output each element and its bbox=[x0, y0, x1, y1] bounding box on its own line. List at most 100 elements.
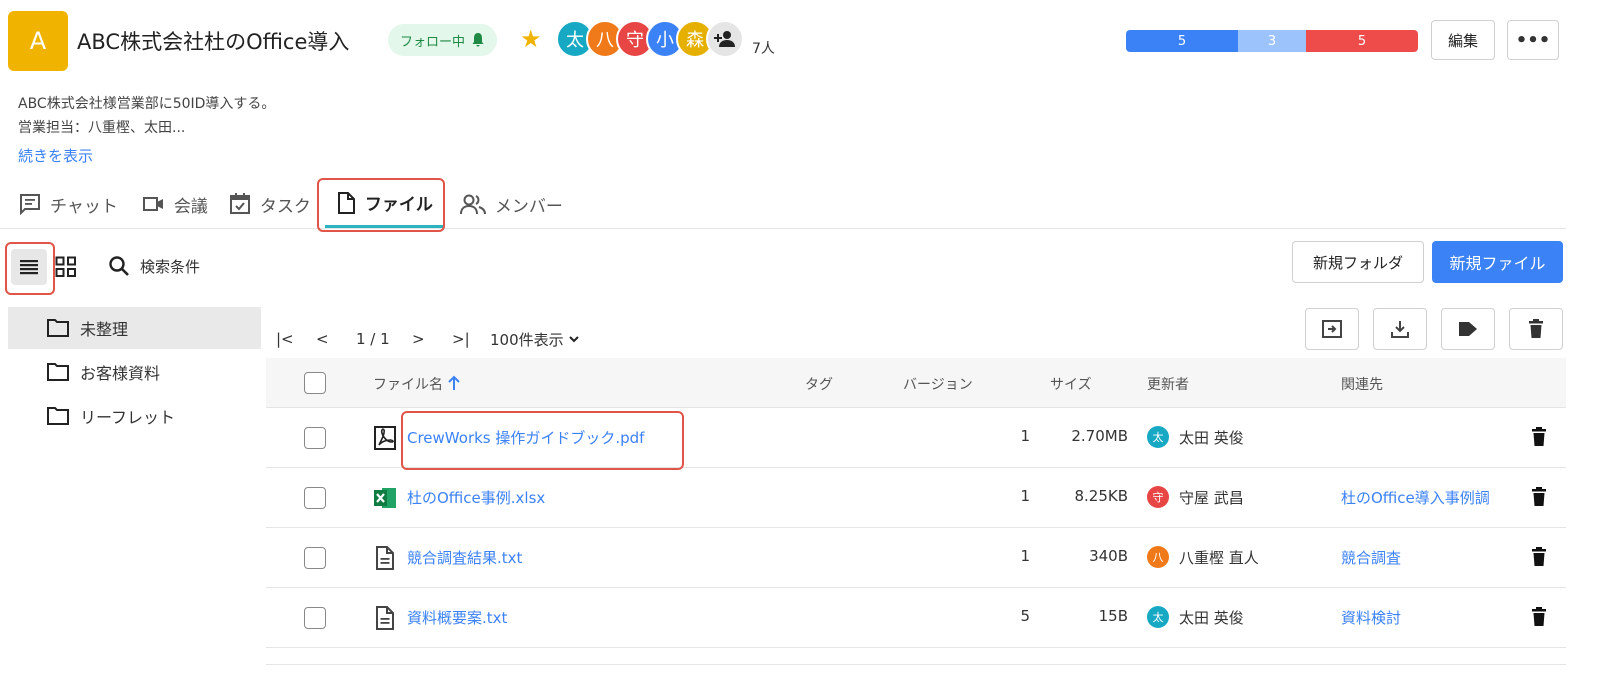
grid-view-button[interactable] bbox=[54, 255, 78, 279]
table-row[interactable]: 杜のOffice事例.xlsx 1 8.25KB 守守屋 武昌 杜のOffice導入事例… bbox=[266, 468, 1566, 528]
table-bottom-divider bbox=[266, 664, 1566, 665]
page-indicator: 1 / 1 bbox=[356, 330, 390, 348]
project-description: ABC株式会社様営業部に50ID導入する。 営業担当：八重樫、太田... bbox=[18, 92, 275, 140]
folder-label: 未整理 bbox=[80, 320, 129, 339]
task-progress-bar: 5 3 5 bbox=[1126, 30, 1418, 52]
project-avatar: A bbox=[8, 11, 68, 71]
download-button[interactable] bbox=[1373, 308, 1427, 350]
tab-bar: チャット 会議 タスク ファイル メンバー bbox=[18, 180, 573, 228]
column-header-name[interactable]: ファイル名 bbox=[373, 374, 461, 394]
highlight-list-view bbox=[5, 242, 55, 295]
row-checkbox[interactable] bbox=[304, 427, 326, 449]
chevron-down-icon bbox=[568, 336, 579, 343]
show-more-link[interactable]: 続きを表示 bbox=[18, 145, 93, 166]
per-page-select[interactable]: 100件表示 bbox=[490, 329, 580, 350]
last-page-button[interactable]: >| bbox=[452, 330, 490, 348]
member-avatars[interactable]: 太 八 守 小 森 bbox=[556, 20, 744, 60]
tabs-divider bbox=[0, 228, 1566, 229]
folder-label: お客様資料 bbox=[80, 364, 161, 383]
search-conditions-label: 検索条件 bbox=[140, 257, 201, 276]
text-file-icon bbox=[373, 545, 397, 571]
trash-icon bbox=[1529, 319, 1543, 338]
per-page-label: 100件表示 bbox=[490, 330, 564, 349]
file-size: 15B bbox=[1098, 607, 1128, 625]
row-checkbox[interactable] bbox=[304, 607, 326, 629]
tab-label: 会議 bbox=[173, 196, 208, 217]
folder-icon bbox=[47, 363, 69, 381]
updater-name: 八重樫 直人 bbox=[1179, 549, 1259, 567]
file-size: 2.70MB bbox=[1071, 427, 1128, 445]
trash-icon[interactable] bbox=[1531, 607, 1547, 627]
row-checkbox[interactable] bbox=[304, 547, 326, 569]
delete-button[interactable] bbox=[1509, 308, 1563, 350]
trash-icon[interactable] bbox=[1531, 547, 1547, 567]
tab-member[interactable]: メンバー bbox=[449, 180, 573, 228]
tab-label: タスク bbox=[259, 196, 311, 217]
highlight-file-tab bbox=[317, 178, 445, 232]
table-row[interactable]: 資料概要案.txt 5 15B 太太田 英俊 資料検討 bbox=[266, 588, 1566, 648]
related-link[interactable]: 杜のOffice導入事例調 bbox=[1341, 487, 1490, 508]
people-icon bbox=[459, 194, 486, 215]
first-page-button[interactable]: |< bbox=[276, 330, 316, 348]
column-label: ファイル名 bbox=[373, 377, 443, 393]
folder-icon bbox=[47, 319, 69, 337]
updater-name: 守屋 武昌 bbox=[1179, 489, 1244, 507]
chat-icon bbox=[20, 194, 40, 215]
next-page-button[interactable]: > bbox=[412, 330, 452, 348]
grid-icon bbox=[55, 256, 76, 277]
search-conditions-button[interactable]: 検索条件 bbox=[108, 255, 200, 277]
updater-name: 太田 英俊 bbox=[1179, 429, 1244, 447]
excel-icon bbox=[373, 485, 397, 511]
folder-item[interactable]: お客様資料 bbox=[8, 351, 261, 393]
follow-button[interactable]: フォロー中 bbox=[388, 24, 498, 56]
page-title: ABC株式会社杜のOffice導入 bbox=[77, 30, 350, 54]
add-member-icon[interactable] bbox=[706, 20, 744, 58]
move-to-folder-icon bbox=[1322, 320, 1342, 338]
new-folder-button[interactable]: 新規フォルダ bbox=[1292, 241, 1424, 283]
tab-label: チャット bbox=[50, 196, 118, 217]
file-size: 8.25KB bbox=[1074, 487, 1128, 505]
file-version: 1 bbox=[1020, 427, 1030, 445]
edit-button[interactable]: 編集 bbox=[1431, 20, 1495, 60]
folder-item[interactable]: 未整理 bbox=[8, 307, 261, 349]
description-line: 営業担当：八重樫、太田... bbox=[18, 120, 186, 136]
progress-segment: 3 bbox=[1238, 30, 1306, 52]
prev-page-button[interactable]: < bbox=[316, 330, 356, 348]
folder-label: リーフレット bbox=[80, 408, 176, 427]
updater-avatar: 八 bbox=[1147, 546, 1169, 568]
follow-label: フォロー中 bbox=[400, 34, 466, 50]
tab-meeting[interactable]: 会議 bbox=[132, 180, 218, 228]
folder-item[interactable]: リーフレット bbox=[8, 395, 261, 437]
related-link[interactable]: 競合調査 bbox=[1341, 547, 1401, 568]
file-name-link[interactable]: 資料概要案.txt bbox=[407, 607, 507, 628]
select-all-checkbox[interactable] bbox=[304, 372, 326, 394]
new-file-button[interactable]: 新規ファイル bbox=[1432, 241, 1563, 283]
tab-chat[interactable]: チャット bbox=[18, 180, 132, 228]
progress-segment: 5 bbox=[1126, 30, 1238, 52]
column-header-tag: タグ bbox=[805, 377, 833, 393]
arrow-up-icon bbox=[448, 375, 461, 390]
progress-segment: 5 bbox=[1306, 30, 1418, 52]
row-checkbox[interactable] bbox=[304, 487, 326, 509]
table-header: ファイル名 タグ バージョン サイズ 更新者 関連先 bbox=[266, 358, 1566, 408]
file-name-link[interactable]: 競合調査結果.txt bbox=[407, 547, 522, 568]
column-header-related: 関連先 bbox=[1341, 377, 1383, 393]
file-name-link[interactable]: 杜のOffice事例.xlsx bbox=[407, 487, 545, 508]
star-icon[interactable]: ★ bbox=[520, 25, 542, 53]
tab-task[interactable]: タスク bbox=[218, 180, 321, 228]
video-icon bbox=[142, 197, 163, 211]
trash-icon[interactable] bbox=[1531, 487, 1547, 507]
search-icon bbox=[109, 256, 129, 276]
move-button[interactable] bbox=[1305, 308, 1359, 350]
updater-avatar: 太 bbox=[1147, 426, 1169, 448]
trash-icon[interactable] bbox=[1531, 427, 1547, 447]
file-version: 5 bbox=[1020, 607, 1030, 625]
tag-button[interactable] bbox=[1441, 308, 1495, 350]
updater-name: 太田 英俊 bbox=[1179, 609, 1244, 627]
column-header-updater: 更新者 bbox=[1147, 377, 1189, 393]
table-row[interactable]: 競合調査結果.txt 1 340B 八八重樫 直人 競合調査 bbox=[266, 528, 1566, 588]
more-button[interactable]: ••• bbox=[1507, 20, 1559, 60]
column-header-version: バージョン bbox=[903, 377, 973, 393]
download-icon bbox=[1391, 321, 1409, 338]
related-link[interactable]: 資料検討 bbox=[1341, 607, 1401, 628]
